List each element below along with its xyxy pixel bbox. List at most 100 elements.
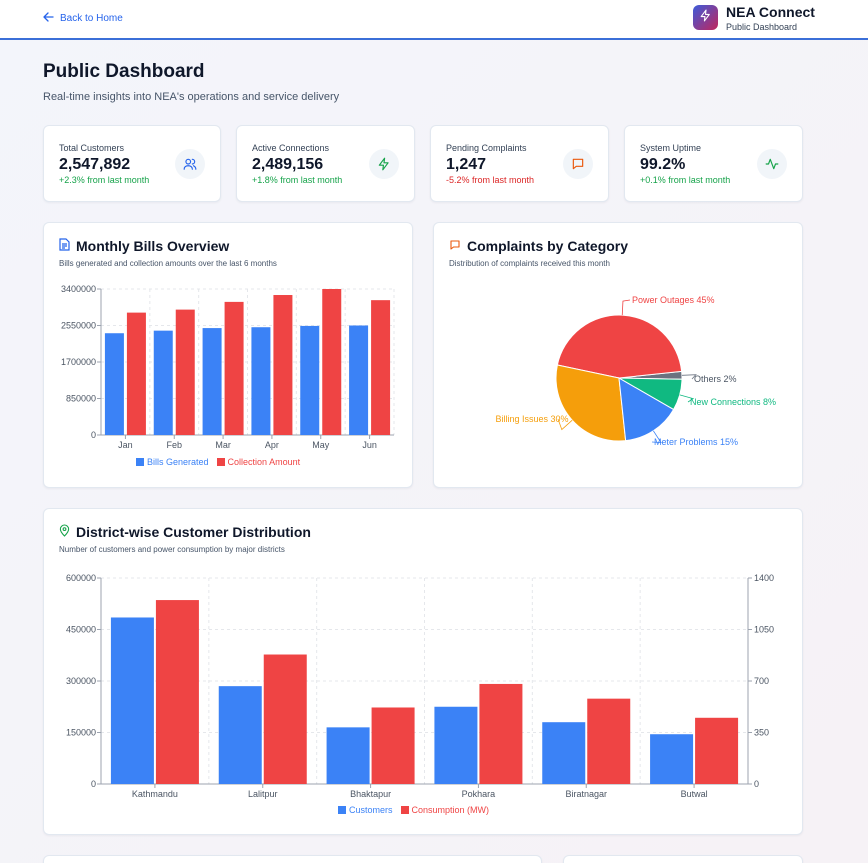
arrow-left-icon: [43, 12, 54, 25]
message-icon: [563, 149, 593, 179]
legend-item: Consumption (MW): [400, 805, 490, 815]
stat-card-active-connections: Active Connections 2,489,156 +1.8% from …: [236, 125, 415, 202]
bar: [479, 683, 523, 784]
bar: [434, 706, 478, 784]
bar: [695, 717, 739, 784]
bottom-panel-left: [43, 855, 542, 863]
y-tick-label: 0: [91, 430, 96, 440]
y-tick-label: 1700000: [61, 357, 96, 367]
legend-label: Bills Generated: [147, 457, 209, 467]
stat-delta: +1.8% from last month: [252, 175, 343, 185]
y-tick-label-right: 1050: [754, 625, 774, 635]
stat-value: 2,489,156: [252, 156, 324, 173]
page-subtitle: Real-time insights into NEA's operations…: [43, 91, 340, 103]
zap-icon: [369, 149, 399, 179]
back-to-home-link[interactable]: Back to Home: [43, 12, 123, 25]
pie-leader-line: [621, 299, 631, 316]
pie-label: Billing Issues 30%: [495, 414, 568, 424]
bar: [587, 698, 631, 784]
y-tick-label-right: 700: [754, 676, 769, 686]
bar: [224, 301, 244, 435]
bar: [251, 327, 271, 435]
bottom-panel-right: [563, 855, 803, 863]
x-tick-label: Butwal: [681, 789, 708, 799]
bar: [371, 707, 415, 784]
y-tick-label-left: 600000: [66, 573, 96, 583]
bar: [153, 330, 173, 435]
bar: [273, 295, 293, 435]
stat-label: Active Connections: [252, 143, 330, 153]
y-tick-label-right: 1400: [754, 573, 774, 583]
top-bar: Back to Home NEA Connect Public Dashboar…: [0, 0, 868, 40]
users-icon: [175, 149, 205, 179]
legend-label: Customers: [349, 805, 393, 815]
pie-label: Power Outages 45%: [632, 295, 715, 305]
y-tick-label: 3400000: [61, 284, 96, 294]
x-tick-label: Jan: [118, 440, 133, 450]
district-legend: Customers Consumption (MW): [338, 805, 489, 815]
y-tick-label: 2550000: [61, 321, 96, 331]
bar: [326, 727, 370, 784]
legend-swatch: [338, 806, 346, 814]
y-tick-label-left: 300000: [66, 676, 96, 686]
bar: [218, 686, 262, 784]
bar: [104, 333, 124, 435]
bar: [650, 734, 694, 784]
x-tick-label: Lalitpur: [248, 789, 278, 799]
zap-icon: [699, 9, 712, 27]
bar: [263, 654, 307, 784]
monthly-bills-panel: Monthly Bills Overview Bills generated a…: [43, 222, 413, 488]
y-tick-label-right: 0: [754, 779, 759, 789]
brand-subtitle: Public Dashboard: [726, 22, 798, 32]
stat-delta: +0.1% from last month: [640, 175, 731, 185]
brand-logo: [693, 5, 718, 30]
bar: [126, 312, 146, 435]
stat-card-system-uptime: System Uptime 99.2% +0.1% from last mont…: [624, 125, 803, 202]
x-tick-label: Apr: [265, 440, 279, 450]
bar: [110, 617, 154, 784]
x-tick-label: Bhaktapur: [350, 789, 391, 799]
activity-icon: [757, 149, 787, 179]
district-panel: District-wise Customer Distribution Numb…: [43, 508, 803, 835]
stat-label: System Uptime: [640, 143, 702, 153]
complaints-panel: Complaints by Category Distribution of c…: [433, 222, 803, 488]
page-title: Public Dashboard: [43, 61, 205, 82]
legend-swatch: [400, 806, 409, 814]
stat-card-total-customers: Total Customers 2,547,892 +2.3% from las…: [43, 125, 221, 202]
bar: [349, 325, 369, 435]
pie-label: Others 2%: [694, 374, 737, 384]
stat-label: Pending Complaints: [446, 143, 527, 153]
pie-label: Meter Problems 15%: [654, 437, 738, 447]
y-tick-label-left: 150000: [66, 728, 96, 738]
brand-name: NEA Connect: [726, 4, 815, 20]
bills-legend: Bills Generated Collection Amount: [136, 457, 300, 467]
complaints-pie-chart: Others 2% Power Outages 45% Billing Issues…: [495, 295, 776, 447]
x-tick-label: Pokhara: [462, 789, 496, 799]
pie-label: New Connections 8%: [690, 397, 776, 407]
bar: [202, 328, 222, 435]
x-tick-label: Kathmandu: [132, 789, 178, 799]
stat-value: 1,247: [446, 156, 487, 173]
bar: [542, 722, 586, 784]
x-tick-label: Mar: [215, 440, 231, 450]
bills-chart: 0 850000 1700000 2550000 3400000 Jan Feb Mar Apr…: [61, 284, 395, 450]
legend-item: Bills Generated: [136, 457, 209, 467]
legend-item: Customers: [338, 805, 393, 815]
stat-label: Total Customers: [59, 143, 125, 153]
brand: NEA Connect Public Dashboard: [693, 5, 815, 32]
x-tick-label: Biratnagar: [565, 789, 607, 799]
bar: [322, 289, 342, 435]
y-tick-label-left: 0: [91, 779, 96, 789]
legend-label: Collection Amount: [227, 457, 301, 467]
bar: [371, 300, 391, 435]
stat-value: 2,547,892: [59, 156, 131, 173]
x-tick-label: May: [312, 440, 330, 450]
stat-delta: +2.3% from last month: [59, 175, 150, 185]
bar: [175, 309, 195, 435]
legend-label: Consumption (MW): [411, 805, 490, 815]
x-tick-label: Feb: [166, 440, 182, 450]
legend-item: Collection Amount: [216, 457, 301, 467]
bar: [155, 600, 199, 784]
legend-swatch: [136, 458, 144, 466]
y-tick-label-right: 350: [754, 728, 769, 738]
